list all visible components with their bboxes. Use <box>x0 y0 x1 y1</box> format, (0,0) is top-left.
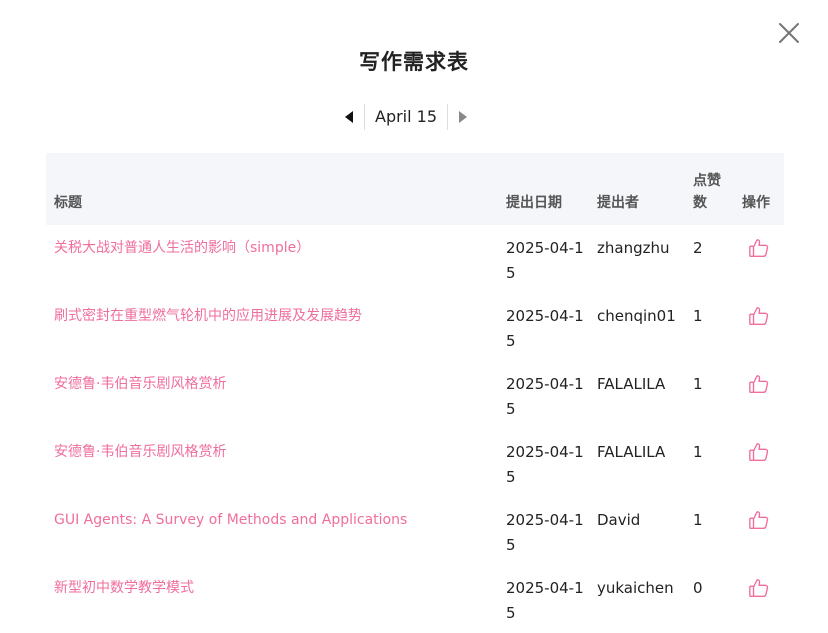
thumbs-up-icon <box>749 511 769 529</box>
like-button[interactable] <box>748 237 770 259</box>
row-date: 2025-04-15 <box>506 375 584 418</box>
row-author: yukaichen <box>597 579 674 597</box>
requests-table: 标题 提出日期 提出者 点赞数 操作 关税大战对普通人生活的影响（simple）… <box>46 153 784 633</box>
date-navigator: April 15 <box>334 102 478 132</box>
row-title-link[interactable]: GUI Agents: A Survey of Methods and Appl… <box>46 497 498 565</box>
row-action <box>734 293 784 361</box>
row-likes: 1 <box>693 443 703 461</box>
table-row: 新型初中数学教学模式 2025-04-15 yukaichen 0 <box>46 565 784 633</box>
row-author: FALALILA <box>597 443 666 461</box>
column-header-date: 提出日期 <box>506 195 562 211</box>
row-likes: 0 <box>693 579 703 597</box>
like-button[interactable] <box>748 509 770 531</box>
table-row: 安德鲁·韦伯音乐剧风格赏析 2025-04-15 FALALILA 1 <box>46 429 784 497</box>
row-action <box>734 225 784 293</box>
row-date: 2025-04-15 <box>506 239 584 282</box>
row-title-link[interactable]: 刷式密封在重型燃气轮机中的应用进展及发展趋势 <box>46 293 498 361</box>
row-action <box>734 497 784 565</box>
row-title-link[interactable]: 安德鲁·韦伯音乐剧风格赏析 <box>46 361 498 429</box>
table-row: 安德鲁·韦伯音乐剧风格赏析 2025-04-15 FALALILA 1 <box>46 361 784 429</box>
caret-right-icon <box>459 111 468 123</box>
row-author: chenqin01 <box>597 307 676 325</box>
column-header-action: 操作 <box>742 195 770 211</box>
thumbs-up-icon <box>749 307 769 325</box>
thumbs-up-icon <box>749 443 769 461</box>
dialog-title: 写作需求表 <box>359 50 469 74</box>
row-likes: 2 <box>693 239 703 257</box>
table-row: 关税大战对普通人生活的影响（simple） 2025-04-15 zhangzh… <box>46 225 784 293</box>
thumbs-up-icon <box>749 579 769 597</box>
table-row: 刷式密封在重型燃气轮机中的应用进展及发展趋势 2025-04-15 chenqi… <box>46 293 784 361</box>
row-date: 2025-04-15 <box>506 511 584 554</box>
like-button[interactable] <box>748 577 770 599</box>
row-likes: 1 <box>693 375 703 393</box>
row-likes: 1 <box>693 511 703 529</box>
like-button[interactable] <box>748 441 770 463</box>
row-author: David <box>597 511 641 529</box>
row-date: 2025-04-15 <box>506 443 584 486</box>
row-title-link[interactable]: 新型初中数学教学模式 <box>46 565 498 633</box>
row-date: 2025-04-15 <box>506 579 584 622</box>
row-date: 2025-04-15 <box>506 307 584 350</box>
caret-left-icon <box>345 111 353 123</box>
close-button[interactable] <box>776 20 802 46</box>
thumbs-up-icon <box>749 239 769 257</box>
column-header-title: 标题 <box>54 195 82 211</box>
thumbs-up-icon <box>749 375 769 393</box>
row-action <box>734 565 784 633</box>
row-action <box>734 429 784 497</box>
like-button[interactable] <box>748 305 770 327</box>
next-date-button[interactable] <box>448 102 478 132</box>
row-title-link[interactable]: 关税大战对普通人生活的影响（simple） <box>46 225 498 293</box>
column-header-author: 提出者 <box>597 195 639 211</box>
close-icon <box>779 23 799 43</box>
row-action <box>734 361 784 429</box>
prev-date-button[interactable] <box>334 102 364 132</box>
table-header-row: 标题 提出日期 提出者 点赞数 操作 <box>46 153 784 225</box>
table-row: GUI Agents: A Survey of Methods and Appl… <box>46 497 784 565</box>
column-header-likes: 点赞数 <box>693 173 721 211</box>
row-title-link[interactable]: 安德鲁·韦伯音乐剧风格赏析 <box>46 429 498 497</box>
like-button[interactable] <box>748 373 770 395</box>
current-date: April 15 <box>375 107 438 126</box>
row-likes: 1 <box>693 307 703 325</box>
row-author: FALALILA <box>597 375 666 393</box>
row-author: zhangzhu <box>597 239 670 257</box>
